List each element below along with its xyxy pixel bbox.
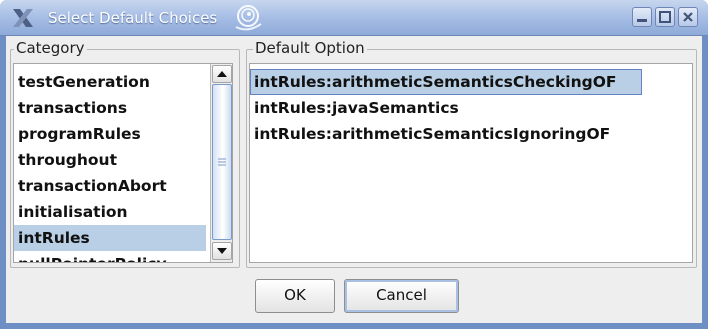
x-logo-icon	[13, 9, 33, 27]
category-item[interactable]: nullPointerPolicy	[14, 251, 206, 262]
category-label: Category	[14, 39, 87, 57]
option-item[interactable]: intRules:javaSemantics	[250, 95, 642, 121]
ok-button[interactable]: OK	[255, 279, 335, 313]
category-scrollbar[interactable]	[210, 64, 232, 262]
gnome-swirl-icon	[235, 5, 262, 31]
category-item[interactable]: programRules	[14, 121, 206, 147]
category-list[interactable]: testGeneration transactions programRules…	[13, 63, 233, 263]
category-item[interactable]: testGeneration	[14, 69, 206, 95]
category-item[interactable]: transactionAbort	[14, 173, 206, 199]
dialog-content: Category testGeneration transactions pro…	[6, 36, 702, 323]
category-item[interactable]: transactions	[14, 95, 206, 121]
arrow-up-icon	[217, 71, 227, 77]
scroll-down-button[interactable]	[212, 242, 232, 260]
category-item[interactable]: initialisation	[14, 199, 206, 225]
category-item-selected[interactable]: intRules	[14, 225, 206, 251]
window-title: Select Default Choices	[48, 9, 218, 27]
maximize-button[interactable]	[655, 7, 675, 27]
minimize-icon	[637, 19, 647, 22]
minimize-button[interactable]	[632, 7, 652, 27]
scroll-up-button[interactable]	[212, 65, 232, 83]
default-option-label: Default Option	[253, 39, 367, 57]
scroll-thumb[interactable]	[212, 84, 232, 240]
option-item[interactable]: intRules:arithmeticSemanticsIgnoringOF	[250, 121, 642, 147]
cancel-button[interactable]: Cancel	[344, 279, 459, 313]
maximize-icon	[659, 11, 671, 23]
arrow-down-icon	[217, 248, 227, 254]
category-item[interactable]: throughout	[14, 147, 206, 173]
default-option-list[interactable]: intRules:arithmeticSemanticsCheckingOF i…	[249, 63, 693, 263]
dialog-window: Select Default Choices Category testGene…	[0, 0, 708, 329]
option-item-selected[interactable]: intRules:arithmeticSemanticsCheckingOF	[250, 69, 642, 95]
close-icon	[683, 12, 693, 22]
scroll-grip-icon	[218, 158, 226, 166]
close-button[interactable]	[678, 7, 698, 27]
title-bar[interactable]: Select Default Choices	[0, 0, 708, 36]
